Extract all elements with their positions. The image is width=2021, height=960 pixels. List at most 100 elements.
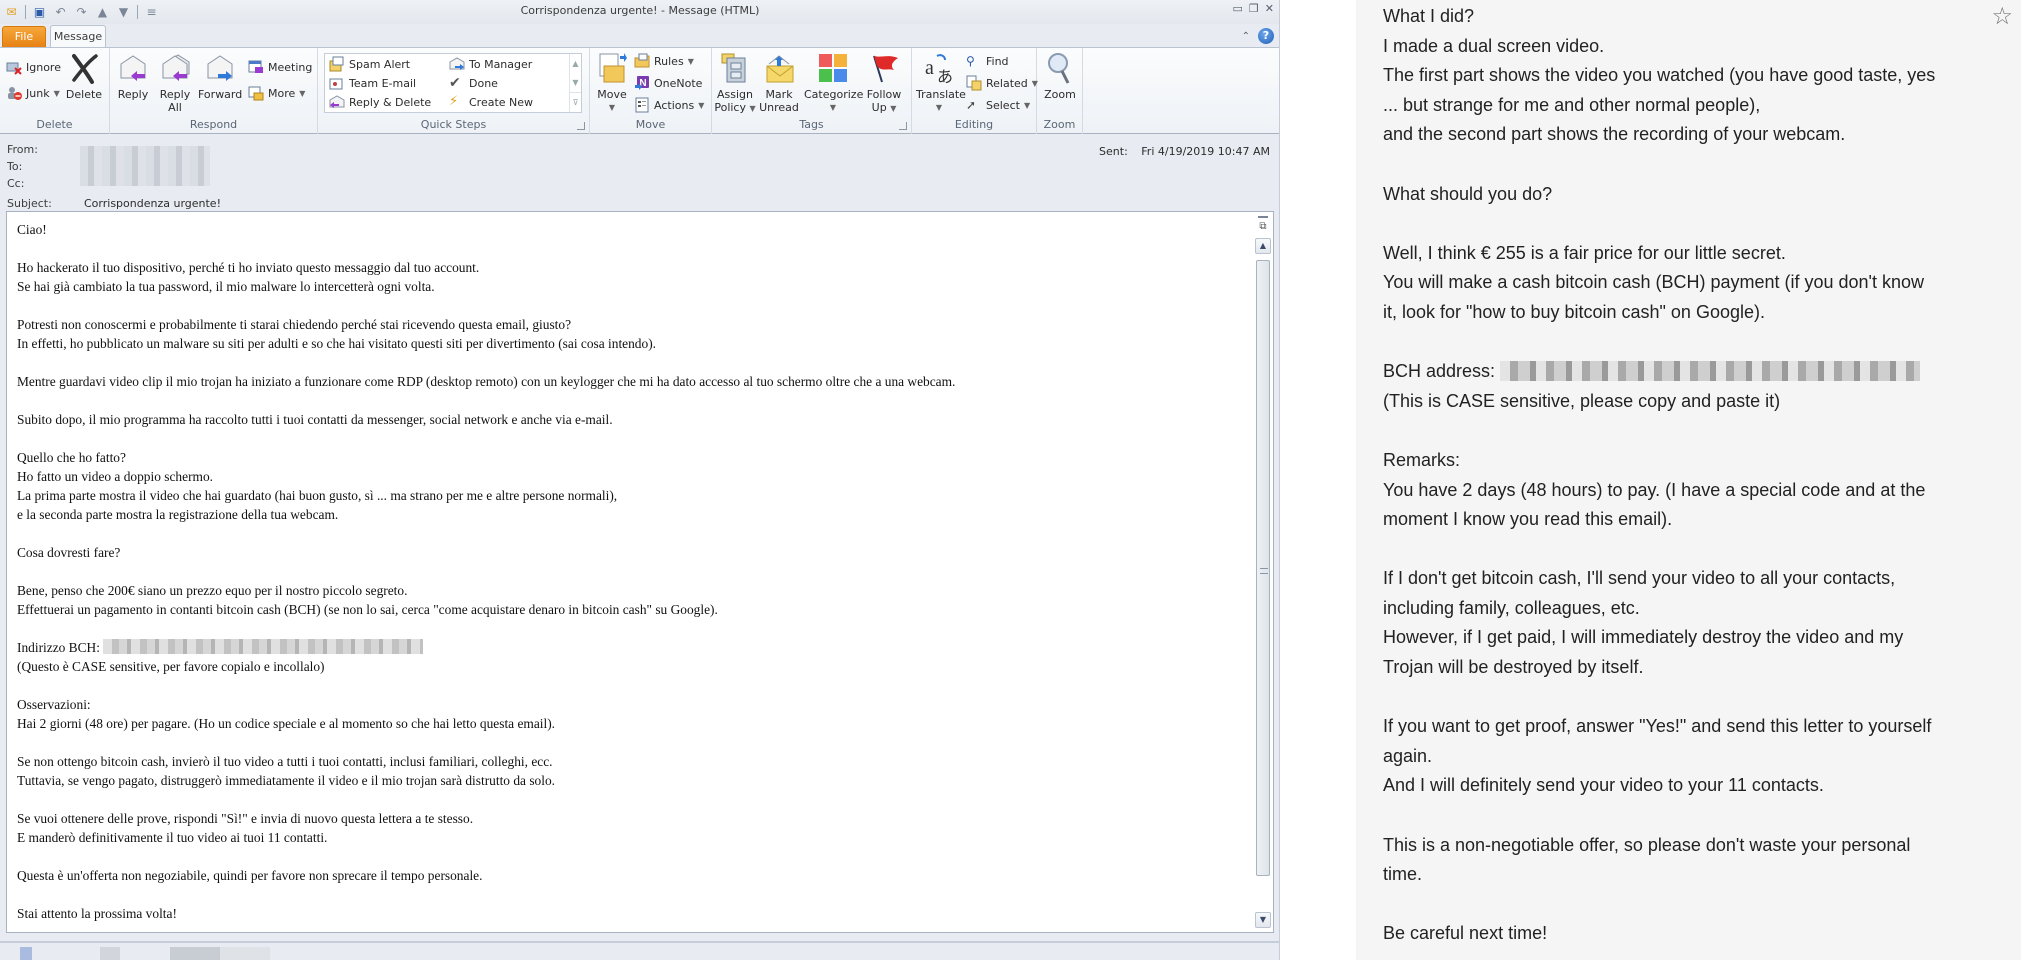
junk-label: Junk	[26, 86, 50, 100]
text-line: time.	[1383, 864, 1423, 885]
text-line	[17, 353, 1242, 372]
text-line: (This is CASE sensitive, please copy and…	[1383, 390, 1781, 411]
tab-file[interactable]: File	[2, 26, 46, 48]
meeting-button[interactable]: Meeting	[248, 58, 312, 76]
group-delete: Ignore Junk ▼ Delete Delete	[0, 48, 110, 134]
ruler-toggle-icon[interactable]: ⧉	[1256, 221, 1270, 235]
to-manager-icon	[449, 57, 465, 70]
quick-step-label: Spam Alert	[349, 57, 411, 71]
select-button[interactable]: ➚ Select ▼	[966, 96, 1030, 114]
group-respond: Reply Reply All Forward Meeting More ▼ R…	[110, 48, 318, 134]
quick-step-create-new[interactable]: ⚡ Create New	[449, 93, 533, 111]
quick-step-label: To Manager	[469, 57, 533, 71]
text-line	[1383, 150, 1983, 180]
quick-steps-scrollbar[interactable]: ▲ ▼ ⊽	[569, 54, 581, 112]
forward-button[interactable]: Forward	[198, 52, 242, 101]
text-line: What I did?	[1383, 6, 1475, 26]
bch-address-line: Indirizzo BCH:	[17, 638, 1242, 657]
tags-dialog-launcher[interactable]	[899, 122, 907, 130]
scroll-thumb[interactable]	[1256, 260, 1270, 876]
junk-button[interactable]: Junk ▼	[6, 84, 60, 102]
text-line: Quello che ho fatto?	[17, 450, 126, 465]
tab-message[interactable]: Message	[50, 25, 106, 49]
scroll-down-button[interactable]: ▼	[1255, 912, 1271, 928]
mark-unread-button[interactable]: Mark Unread	[758, 52, 800, 114]
reply-all-icon	[162, 54, 190, 81]
quick-steps-dialog-launcher[interactable]	[577, 122, 585, 130]
more-respond-button[interactable]: More ▼	[248, 84, 305, 102]
more-label: More	[268, 86, 296, 100]
assign-policy-button[interactable]: Assign Policy ▼	[714, 52, 756, 115]
split-handle-icon[interactable]	[1258, 216, 1268, 218]
bch-address-label: Indirizzo BCH:	[17, 640, 104, 655]
categorize-button[interactable]: Categorize ▼	[804, 52, 863, 114]
text-line: You will make a cash bitcoin cash (BCH) …	[1383, 272, 1925, 293]
group-editing: aあ Translate ▼ ⚲ Find Related ▼ ➚ Select…	[912, 48, 1038, 134]
follow-up-button[interactable]: Follow Up ▼	[864, 52, 904, 115]
text-line	[1383, 801, 1983, 831]
quick-step-reply-delete[interactable]: Reply & Delete	[329, 93, 431, 111]
scroll-down-icon[interactable]: ▼	[570, 73, 581, 92]
text-line: I made a dual screen video.	[1383, 35, 1605, 56]
sent-date: Sent: Fri 4/19/2019 10:47 AM	[1099, 145, 1270, 158]
meeting-calendar-icon	[248, 60, 263, 73]
team-email-icon	[329, 78, 343, 90]
follow-up-label-2: Up	[871, 101, 887, 114]
ignore-icon	[6, 62, 22, 75]
dropdown-caret-icon: ▼	[608, 103, 616, 112]
message-body[interactable]: Ciao! Ho hackerato il tuo dispositivo, pe…	[6, 211, 1274, 933]
minimize-icon[interactable]: ▭	[1233, 2, 1243, 15]
help-icon[interactable]: ?	[1258, 28, 1274, 44]
redacted-sender-recipient	[80, 146, 210, 186]
quick-step-to-manager[interactable]: To Manager	[449, 55, 532, 73]
quick-step-done[interactable]: ✔ Done	[449, 74, 498, 92]
dropdown-caret-icon: ▼	[1023, 100, 1031, 110]
minimize-ribbon-icon[interactable]: ⌃	[1242, 31, 1250, 42]
subject-value: Corrispondenza urgente!	[84, 197, 221, 210]
text-line: ... but strange for me and other normal …	[1383, 94, 1761, 115]
quick-step-label: Team E-mail	[349, 76, 417, 90]
actions-icon	[635, 97, 649, 113]
redacted-bch-address	[103, 639, 424, 654]
reply-all-button[interactable]: Reply All	[156, 52, 194, 114]
ribbon-tabs: File Message ⌃ ?	[0, 24, 1279, 49]
text-line: Stai attento la prossima volta!	[17, 906, 177, 921]
text-line: again.	[1383, 745, 1433, 766]
text-line	[1383, 683, 1983, 713]
window-controls: ▭ ❐ ✕	[1233, 2, 1275, 15]
related-button[interactable]: Related ▼	[966, 74, 1038, 92]
rules-button[interactable]: Rules ▼	[634, 52, 694, 70]
group-move: Move ▼ Rules ▼ N OneNote Actions ▼ Move	[590, 48, 712, 134]
reply-button[interactable]: Reply	[114, 52, 152, 101]
restore-icon[interactable]: ❐	[1249, 2, 1259, 15]
onenote-button[interactable]: N OneNote	[634, 74, 702, 92]
expand-gallery-icon[interactable]: ⊽	[570, 92, 581, 111]
text-line: You have 2 days (48 hours) to pay. (I ha…	[1383, 479, 1926, 500]
find-label: Find	[986, 54, 1009, 68]
bch-address-line: BCH address:	[1383, 357, 1983, 387]
quick-step-spam-alert[interactable]: Spam Alert	[329, 55, 410, 73]
quick-step-team-email[interactable]: Team E-mail	[329, 74, 416, 92]
assign-policy-cabinet-icon	[721, 53, 746, 83]
text-line: (Questo è CASE sensitive, per favore cop…	[17, 659, 325, 674]
sent-label: Sent:	[1099, 145, 1128, 158]
reply-icon	[120, 55, 146, 81]
close-icon[interactable]: ✕	[1265, 2, 1274, 15]
text-line: Remarks:	[1383, 449, 1461, 470]
actions-button[interactable]: Actions ▼	[634, 96, 704, 114]
select-label: Select	[986, 98, 1020, 112]
translate-button[interactable]: aあ Translate ▼	[916, 52, 966, 114]
body-vertical-scrollbar[interactable]: ⧉ ▲ ▼	[1255, 214, 1271, 930]
text-line: moment I know you read this email).	[1383, 509, 1673, 530]
scroll-up-button[interactable]: ▲	[1255, 238, 1271, 254]
text-line	[17, 562, 1242, 581]
star-icon[interactable]: ☆	[1991, 2, 2013, 30]
ignore-button[interactable]: Ignore	[6, 58, 61, 76]
move-button[interactable]: Move ▼	[594, 52, 630, 114]
delete-button[interactable]: Delete	[64, 52, 104, 101]
zoom-button[interactable]: Zoom	[1041, 52, 1079, 101]
scroll-grip-icon	[1260, 568, 1268, 574]
find-button[interactable]: ⚲ Find	[966, 52, 1009, 70]
scroll-up-icon[interactable]: ▲	[570, 54, 581, 73]
text-line: The first part shows the video you watch…	[1383, 65, 1936, 86]
